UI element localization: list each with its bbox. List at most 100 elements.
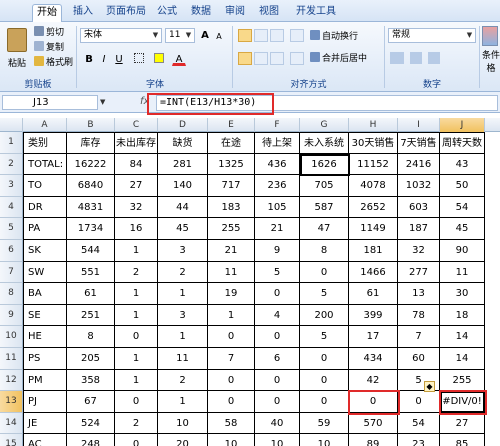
number-format-buttons[interactable] bbox=[390, 52, 441, 66]
table-cell[interactable]: 58 bbox=[208, 412, 255, 435]
number-format-select[interactable]: 常规 ▼ bbox=[388, 28, 476, 43]
table-cell[interactable]: 85 bbox=[440, 434, 485, 446]
table-cell[interactable]: 0 bbox=[255, 326, 300, 348]
table-cell[interactable]: 0 bbox=[300, 391, 349, 413]
grow-font-button[interactable]: A bbox=[198, 28, 212, 42]
column-header-f[interactable]: F bbox=[255, 118, 300, 132]
table-cell[interactable]: 40 bbox=[255, 412, 300, 435]
table-cell[interactable]: 255 bbox=[208, 218, 255, 240]
tab-formulas[interactable]: 公式 bbox=[154, 4, 180, 22]
table-cell[interactable]: 13 bbox=[398, 283, 440, 305]
header-cell[interactable]: 库存 bbox=[67, 132, 115, 154]
table-cell[interactable]: 7 bbox=[208, 348, 255, 370]
column-header-j[interactable]: J bbox=[440, 118, 485, 132]
table-cell[interactable]: 281 bbox=[158, 153, 208, 176]
indent-button[interactable] bbox=[290, 52, 304, 65]
table-cell[interactable]: 11152 bbox=[349, 153, 398, 176]
table-cell[interactable]: 570 bbox=[349, 412, 398, 435]
table-cell[interactable]: 436 bbox=[255, 153, 300, 176]
table-cell[interactable]: 4831 bbox=[67, 196, 115, 219]
table-cell[interactable]: BA bbox=[23, 283, 67, 305]
table-cell[interactable]: 61 bbox=[67, 283, 115, 305]
table-cell[interactable]: JE bbox=[23, 412, 67, 435]
table-cell[interactable]: 1 bbox=[158, 326, 208, 348]
table-cell[interactable]: 705 bbox=[300, 175, 349, 197]
wrap-text-button[interactable]: 自动换行 bbox=[310, 30, 358, 44]
row-header[interactable]: 9 bbox=[0, 304, 23, 327]
align-center-button[interactable] bbox=[254, 52, 268, 65]
table-cell[interactable]: 255 bbox=[440, 369, 485, 392]
table-cell[interactable]: 44 bbox=[158, 196, 208, 219]
column-header-e[interactable]: E bbox=[208, 118, 255, 132]
table-cell[interactable]: 0 bbox=[255, 369, 300, 392]
header-cell[interactable]: 缺货 bbox=[158, 132, 208, 154]
fill-color-button[interactable] bbox=[152, 52, 166, 66]
table-cell[interactable]: 32 bbox=[115, 196, 158, 219]
table-cell[interactable]: 358 bbox=[67, 369, 115, 392]
column-header-d[interactable]: D bbox=[158, 118, 208, 132]
table-cell[interactable]: 187 bbox=[398, 218, 440, 240]
tab-page-layout[interactable]: 页面布局 bbox=[104, 4, 148, 22]
table-cell[interactable]: 205 bbox=[67, 348, 115, 370]
tab-insert[interactable]: 插入 bbox=[70, 4, 96, 22]
table-cell[interactable]: 0 bbox=[115, 391, 158, 413]
row-header[interactable]: 14 bbox=[0, 412, 23, 435]
column-header-b[interactable]: B bbox=[67, 118, 115, 132]
table-cell[interactable]: 0 bbox=[115, 326, 158, 348]
header-cell[interactable]: 未入系统 bbox=[300, 132, 349, 154]
table-cell[interactable]: 11 bbox=[158, 348, 208, 370]
table-cell[interactable]: 0 bbox=[300, 369, 349, 392]
table-cell[interactable]: 277 bbox=[398, 261, 440, 284]
table-cell[interactable]: 551 bbox=[67, 261, 115, 284]
row-header[interactable]: 13 bbox=[0, 391, 23, 413]
column-header-i[interactable]: I bbox=[398, 118, 440, 132]
table-cell[interactable]: 16 bbox=[115, 218, 158, 240]
table-cell[interactable]: 84 bbox=[115, 153, 158, 176]
table-cell[interactable]: 23 bbox=[398, 434, 440, 446]
column-header-h[interactable]: H bbox=[349, 118, 398, 132]
table-cell[interactable]: 2652 bbox=[349, 196, 398, 219]
tab-developer[interactable]: 开发工具 bbox=[292, 4, 340, 22]
row-header[interactable]: 12 bbox=[0, 369, 23, 392]
table-cell[interactable]: PS bbox=[23, 348, 67, 370]
table-cell[interactable]: 7 bbox=[398, 326, 440, 348]
align-bottom-button[interactable] bbox=[270, 29, 284, 42]
table-cell[interactable]: 200 bbox=[300, 304, 349, 327]
table-cell[interactable]: 14 bbox=[440, 326, 485, 348]
underline-button[interactable]: U bbox=[112, 52, 126, 66]
table-cell[interactable]: 78 bbox=[398, 304, 440, 327]
copy-button[interactable]: 复制 bbox=[34, 41, 64, 55]
paste-button[interactable]: 粘贴 bbox=[4, 26, 30, 72]
table-cell[interactable]: 1 bbox=[115, 240, 158, 262]
table-cell[interactable]: 43 bbox=[440, 153, 485, 176]
table-cell[interactable]: 27 bbox=[440, 412, 485, 435]
spreadsheet-grid[interactable]: ABCDEFGHIJ 1 类别 库存 未出库存 缺货 在途 待上架 未入系统 30天销售 7天销售… bbox=[0, 118, 500, 446]
italic-button[interactable]: I bbox=[97, 52, 111, 66]
chevron-down-icon[interactable]: ▼ bbox=[100, 98, 105, 106]
header-cell[interactable]: 7天销售 bbox=[398, 132, 440, 154]
column-header-g[interactable]: G bbox=[300, 118, 349, 132]
row-header[interactable]: 10 bbox=[0, 326, 23, 348]
table-cell[interactable]: 1149 bbox=[349, 218, 398, 240]
table-cell[interactable]: 5 bbox=[255, 261, 300, 284]
table-cell[interactable]: 0 bbox=[255, 283, 300, 305]
table-cell[interactable]: 2 bbox=[115, 412, 158, 435]
table-cell[interactable]: 59 bbox=[300, 412, 349, 435]
table-cell[interactable]: 4078 bbox=[349, 175, 398, 197]
table-cell[interactable]: 10 bbox=[158, 412, 208, 435]
table-cell[interactable]: 105 bbox=[255, 196, 300, 219]
table-cell[interactable]: 90 bbox=[440, 240, 485, 262]
table-cell[interactable]: SW bbox=[23, 261, 67, 284]
table-cell[interactable]: 67 bbox=[67, 391, 115, 413]
tab-review[interactable]: 审阅 bbox=[222, 4, 248, 22]
table-cell[interactable]: 60 bbox=[398, 348, 440, 370]
table-cell[interactable]: 0 bbox=[208, 326, 255, 348]
table-cell[interactable]: 27 bbox=[115, 175, 158, 197]
table-cell[interactable]: 434 bbox=[349, 348, 398, 370]
table-cell[interactable]: 0 bbox=[300, 261, 349, 284]
shrink-font-button[interactable]: A bbox=[212, 29, 226, 43]
row-header[interactable]: 4 bbox=[0, 196, 23, 219]
table-cell[interactable]: 1 bbox=[158, 283, 208, 305]
row-header[interactable]: 1 bbox=[0, 132, 23, 154]
font-size-select[interactable]: 11 ▼ bbox=[165, 28, 195, 43]
